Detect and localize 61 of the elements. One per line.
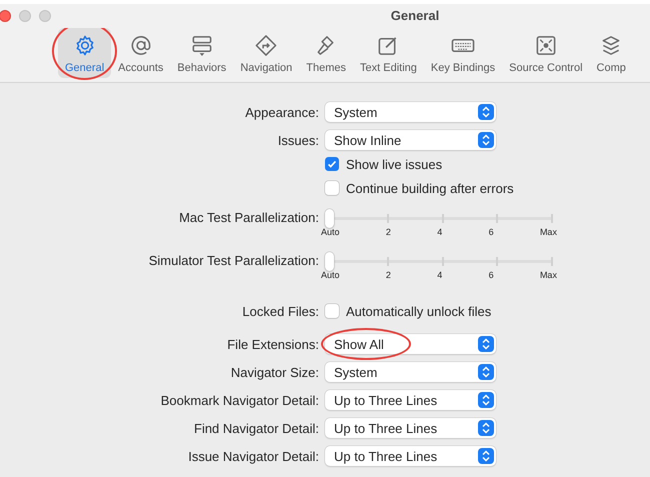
tick-label: 2 (386, 227, 391, 237)
checkbox-label: Show live issues (346, 156, 442, 172)
stepper-icon (478, 132, 494, 148)
setting-label: Simulator Test Parallelization: (148, 253, 319, 268)
setting-label: Bookmark Navigator Detail: (160, 392, 319, 408)
stepper-icon (478, 392, 494, 408)
setting-label: Issues: (278, 132, 319, 148)
slider-thumb[interactable] (325, 252, 334, 271)
at-sign-icon (128, 34, 153, 57)
checkbox[interactable] (325, 157, 339, 171)
popup-button[interactable]: Up to Three Lines (325, 418, 496, 438)
tick-label: 4 (437, 270, 442, 280)
popup-button[interactable]: System (325, 102, 496, 122)
tick-label: Auto (321, 227, 340, 237)
toolbar-tab[interactable]: Key Bindings (424, 28, 502, 78)
tick-label: 6 (488, 270, 494, 280)
slider-thumb[interactable] (325, 209, 334, 228)
zoom-button[interactable] (39, 10, 51, 22)
stepper-icon (478, 420, 494, 436)
popup-button[interactable]: Up to Three Lines (325, 390, 496, 410)
diamond-arrow-icon (254, 34, 278, 57)
checkbox[interactable] (325, 304, 339, 318)
checkmark-icon (326, 158, 338, 170)
toolbar-tab[interactable]: Text Editing (353, 28, 424, 78)
toolbar-tab[interactable]: Source Control (502, 28, 590, 78)
checkbox-label: Continue building after errors (346, 180, 514, 196)
toolbar-tab[interactable]: Behaviors (170, 28, 234, 78)
window-title: General (390, 7, 440, 25)
close-button[interactable] (0, 10, 11, 22)
tick-label: 6 (488, 227, 494, 237)
setting-label: Find Navigator Detail: (194, 420, 319, 436)
tick-label: Max (540, 227, 557, 237)
stepper-icon (478, 336, 494, 352)
toolbar-tab[interactable]: Accounts (111, 28, 170, 78)
setting-label: Mac Test Parallelization: (179, 210, 319, 225)
minimize-button[interactable] (19, 10, 31, 22)
toolbar-tab[interactable]: Themes (299, 28, 354, 78)
square-target-icon (534, 34, 558, 57)
stepper-icon (478, 104, 494, 120)
popup-button[interactable]: System (325, 362, 496, 382)
tick-label: Auto (321, 270, 340, 280)
checkbox[interactable] (325, 181, 339, 195)
highlight-circle (52, 28, 118, 80)
stepper-icon (478, 448, 494, 464)
stepper-icon (478, 364, 494, 380)
toolbar-tab[interactable]: Comp (590, 28, 633, 78)
popup-button[interactable]: Up to Three Lines (325, 446, 496, 466)
setting-label: Locked Files: (242, 304, 319, 318)
popup-button[interactable]: Show Inline (325, 130, 496, 150)
setting-label: File Extensions: (227, 336, 319, 352)
tick-label: 4 (437, 227, 442, 237)
stacked-boxes-icon (190, 34, 214, 57)
toolbar-tab[interactable]: Navigation (233, 28, 300, 78)
tick-label: 2 (386, 270, 391, 280)
setting-label: Appearance: (245, 104, 319, 120)
setting-label: Navigator Size: (230, 364, 319, 380)
toolbar-tab[interactable]: General (58, 28, 112, 78)
popup-button[interactable]: Show All (325, 334, 496, 354)
tick-label: Max (540, 270, 557, 280)
setting-label: Issue Navigator Detail: (188, 448, 319, 464)
checkbox-label: Automatically unlock files (346, 304, 492, 318)
